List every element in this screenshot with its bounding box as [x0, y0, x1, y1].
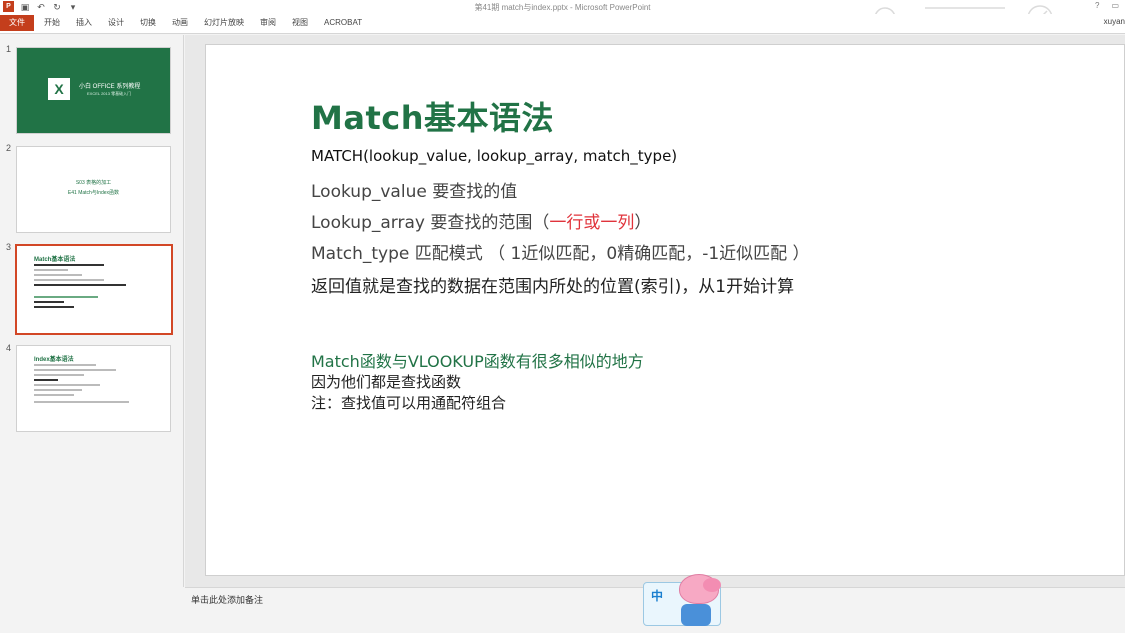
window-controls: ? ▭ — [1095, 1, 1119, 10]
tab-animations[interactable]: 动画 — [164, 15, 196, 31]
return-value-line[interactable]: 返回值就是查找的数据在范围内所处的位置(索引)，从1开始计算 — [311, 272, 794, 297]
tab-acrobat[interactable]: ACROBAT — [316, 15, 370, 31]
lookup-array-suffix: ） — [634, 213, 652, 233]
pig-mascot-body — [681, 604, 711, 626]
tab-file[interactable]: 文件 — [0, 15, 34, 31]
pig-snout-icon — [703, 578, 721, 592]
thumbnail-text-line — [34, 394, 74, 396]
thumbnail-text-line — [34, 401, 129, 403]
slide-thumbnail-1[interactable]: X 小白 OFFICE 系列教程 EXCEL 2013 零基础入门 — [16, 47, 171, 134]
syntax-line[interactable]: MATCH(lookup_value, lookup_array, match_… — [311, 147, 677, 165]
title-bar: P ▣ ↶ ↻ ▾ 第41期 match与index.pptx - Micros… — [0, 0, 1125, 31]
thumbnail-text: Index基本语法 — [34, 357, 74, 363]
tab-home[interactable]: 开始 — [36, 15, 68, 31]
thumbnail-text-line — [34, 279, 104, 281]
excel-logo-icon: X — [48, 78, 70, 100]
user-account[interactable]: xuyan — [1104, 17, 1125, 26]
slide-thumbnail-2[interactable]: S03 表格的加工 E41 Match与Index函数 — [16, 146, 171, 233]
comparison-heading[interactable]: Match函数与VLOOKUP函数有很多相似的地方 — [311, 348, 644, 372]
tab-transitions[interactable]: 切换 — [132, 15, 164, 31]
tab-design[interactable]: 设计 — [100, 15, 132, 31]
tab-review[interactable]: 审阅 — [252, 15, 284, 31]
thumbnail-text-line — [34, 369, 116, 371]
ime-status-widget[interactable]: 中 — [643, 574, 725, 632]
thumbnail-text-line — [34, 374, 84, 376]
thumbnail-text-line — [34, 384, 100, 386]
tab-slideshow[interactable]: 幻灯片放映 — [196, 15, 252, 31]
thumbnail-text: Match基本语法 — [34, 257, 76, 263]
thumbnail-text: 小白 OFFICE 系列教程 — [79, 84, 141, 90]
tab-view[interactable]: 视图 — [284, 15, 316, 31]
match-type-line[interactable]: Match_type 匹配模式 （ 1近似匹配，0精确匹配，-1近似匹配 ） — [311, 239, 810, 264]
thumbnail-text-line — [34, 364, 96, 366]
slide-number: 1 — [6, 44, 12, 54]
thumbnail-text-line — [34, 264, 104, 266]
restore-icon[interactable]: ▭ — [1111, 1, 1119, 10]
thumbnail-text-line — [34, 284, 126, 286]
thumbnail-text-line — [34, 379, 58, 381]
slide-thumbnail-3[interactable]: Match基本语法 — [15, 244, 173, 335]
thumbnail-text-line — [34, 269, 68, 271]
tab-insert[interactable]: 插入 — [68, 15, 100, 31]
lookup-array-text: Lookup_array 要查找的范围（ — [311, 213, 550, 233]
thumbnail-text-line — [34, 301, 64, 303]
note-line-2[interactable]: 注：查找值可以用通配符组合 — [311, 392, 506, 413]
thumbnail-text-line — [34, 306, 74, 308]
ribbon-tabs: 文件 开始 插入 设计 切换 动画 幻灯片放映 审阅 视图 ACROBAT xu… — [0, 14, 1125, 34]
slide-number: 3 — [6, 242, 12, 252]
slide-thumbnail-4[interactable]: Index基本语法 — [16, 345, 171, 432]
thumbnail-text-line — [34, 296, 98, 298]
slide-number: 2 — [6, 143, 12, 153]
thumbnail-text-line — [34, 274, 82, 276]
slide-thumbnail-pane: 1 X 小白 OFFICE 系列教程 EXCEL 2013 零基础入门 2 S0… — [0, 35, 184, 587]
lookup-array-highlight: 一行或一列 — [549, 213, 635, 233]
thumbnail-text-line — [34, 389, 82, 391]
lookup-array-line[interactable]: Lookup_array 要查找的范围（一行或一列） — [311, 208, 651, 233]
notes-placeholder[interactable]: 单击此处添加备注 — [191, 593, 263, 606]
thumbnail-subtext: EXCEL 2013 零基础入门 — [87, 91, 132, 96]
slide-title[interactable]: Match基本语法 — [311, 93, 554, 139]
thumbnail-text: S03 表格的加工 — [75, 180, 112, 186]
note-line-1[interactable]: 因为他们都是查找函数 — [311, 371, 461, 392]
ime-mode-label: 中 — [651, 589, 664, 603]
lookup-value-line[interactable]: Lookup_value 要查找的值 — [311, 177, 517, 202]
thumbnail-subtext: E41 Match与Index函数 — [67, 190, 120, 196]
slide-canvas[interactable]: Match基本语法 MATCH(lookup_value, lookup_arr… — [205, 44, 1125, 576]
slide-number: 4 — [6, 343, 12, 353]
help-icon[interactable]: ? — [1095, 1, 1099, 10]
